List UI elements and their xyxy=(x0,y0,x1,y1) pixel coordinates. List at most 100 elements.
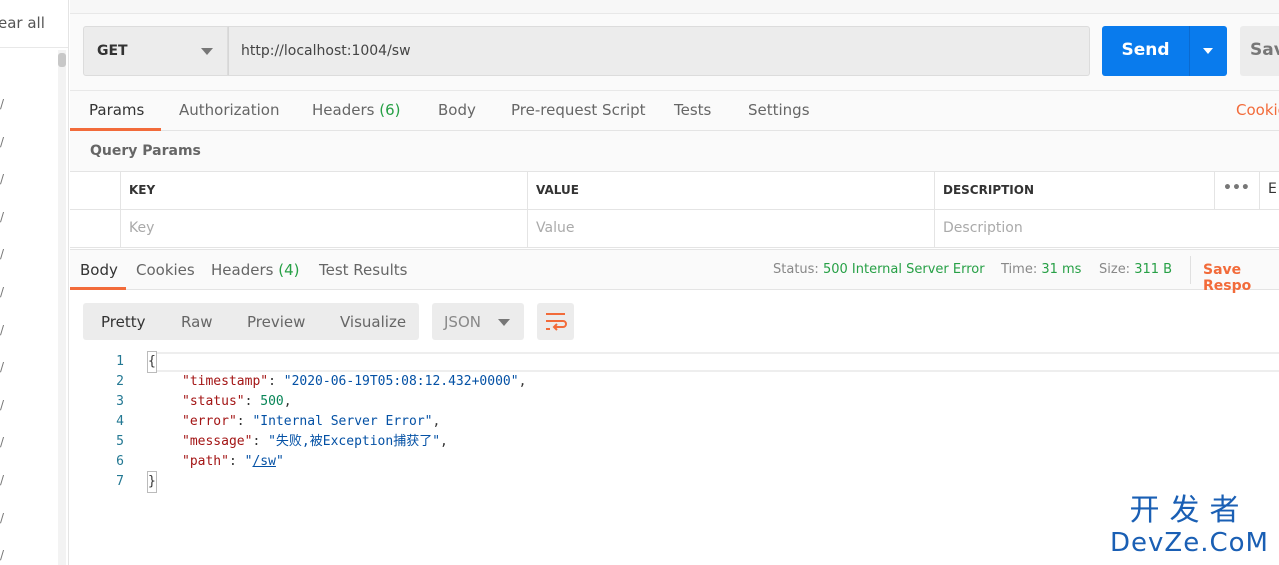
json-key: "message" xyxy=(182,434,253,449)
tab-params[interactable]: Params xyxy=(89,101,144,119)
json-key: "path" xyxy=(182,454,229,469)
status-info: Status: 500 Internal Server Error xyxy=(773,262,985,277)
tab-strip xyxy=(70,0,1279,14)
description-input[interactable]: Description xyxy=(934,210,1279,248)
watermark-cn: 开发者 xyxy=(1129,493,1250,528)
save-button[interactable]: Sav xyxy=(1240,26,1279,76)
response-tab-body[interactable]: Body xyxy=(80,261,118,279)
tab-body[interactable]: Body xyxy=(438,101,476,119)
key-input[interactable]: Key xyxy=(120,210,527,248)
line-number: 4 xyxy=(116,414,124,429)
divider xyxy=(0,47,68,48)
history-item[interactable]: / xyxy=(0,247,4,261)
view-raw[interactable]: Raw xyxy=(181,313,213,331)
request-tabs: Params Authorization Headers (6) Body Pr… xyxy=(70,90,1279,131)
tab-settings[interactable]: Settings xyxy=(748,101,810,119)
path-link[interactable]: /sw xyxy=(252,454,275,469)
value-input[interactable]: Value xyxy=(527,210,934,248)
json-value: "Internal Server Error" xyxy=(252,414,433,429)
view-pretty[interactable]: Pretty xyxy=(101,313,146,331)
send-label: Send xyxy=(1121,40,1170,60)
history-item[interactable]: / xyxy=(0,473,4,487)
size-label: Size: xyxy=(1099,262,1131,277)
tab-tests[interactable]: Tests xyxy=(674,101,711,119)
format-value: JSON xyxy=(444,313,481,331)
clear-all-link[interactable]: ear all xyxy=(0,14,45,32)
format-select[interactable]: JSON xyxy=(432,303,524,340)
headers-count: (4) xyxy=(278,261,300,279)
active-tab-indicator xyxy=(70,287,126,290)
request-panel: GET http://localhost:1004/sw Send Sav Pa… xyxy=(70,0,1279,565)
history-item[interactable]: / xyxy=(0,398,4,412)
response-tab-test-results[interactable]: Test Results xyxy=(319,261,407,279)
history-item[interactable]: / xyxy=(0,511,4,525)
send-options-button[interactable] xyxy=(1189,26,1227,76)
table-header: KEY VALUE DESCRIPTION ••• E xyxy=(70,172,1279,210)
history-item[interactable]: / xyxy=(0,435,4,449)
headers-count: (6) xyxy=(379,101,401,119)
history-sidebar: ear all / / / / / / / / / / / / / xyxy=(0,0,69,565)
status-label: Status: xyxy=(773,262,819,277)
line-number: 1 xyxy=(116,354,124,369)
line-number: 3 xyxy=(116,394,124,409)
tab-authorization[interactable]: Authorization xyxy=(179,101,279,119)
history-item[interactable]: / xyxy=(0,548,4,562)
tab-pre-request-script[interactable]: Pre-request Script xyxy=(511,101,646,119)
wrap-lines-icon xyxy=(546,313,567,331)
tab-headers[interactable]: Headers (6) xyxy=(312,101,400,119)
cookies-link[interactable]: Cookie xyxy=(1236,101,1279,119)
response-tabs: Body Cookies Headers (4) Test Results St… xyxy=(70,249,1279,294)
history-item[interactable]: / xyxy=(0,285,4,299)
line-number: 5 xyxy=(116,434,124,449)
line-number: 6 xyxy=(116,454,124,469)
tab-label: Headers xyxy=(211,261,274,279)
method-value: GET xyxy=(97,43,128,59)
response-tab-headers[interactable]: Headers (4) xyxy=(211,261,299,279)
json-key: "error" xyxy=(182,414,237,429)
open-brace: { xyxy=(147,351,157,373)
json-value: 500 xyxy=(260,394,284,409)
close-brace: } xyxy=(147,471,157,493)
json-key: "status" xyxy=(182,394,245,409)
history-item[interactable]: / xyxy=(0,97,4,111)
history-item[interactable]: / xyxy=(0,210,4,224)
time-label: Time: xyxy=(1001,262,1038,277)
method-select[interactable]: GET xyxy=(83,26,228,76)
params-table: KEY VALUE DESCRIPTION ••• E Key Value De… xyxy=(70,172,1279,249)
chevron-down-icon xyxy=(498,319,510,326)
watermark-logo: 开发者 DevZe.CoM xyxy=(1110,485,1269,557)
view-visualize[interactable]: Visualize xyxy=(340,313,406,331)
json-value: "失败,被Exception捕获了" xyxy=(268,434,441,449)
time-info: Time: 31 ms xyxy=(1001,262,1081,277)
more-options-button[interactable]: ••• xyxy=(1214,172,1259,210)
url-input[interactable]: http://localhost:1004/sw xyxy=(228,26,1090,76)
status-value: 500 Internal Server Error xyxy=(822,262,985,277)
response-tab-cookies[interactable]: Cookies xyxy=(136,261,195,279)
send-button[interactable]: Send xyxy=(1102,26,1227,76)
json-value: "2020-06-19T05:08:12.432+0000" xyxy=(283,374,519,389)
history-item[interactable]: / xyxy=(0,135,4,149)
watermark-en: DevZe.CoM xyxy=(1110,528,1269,558)
save-response-button[interactable]: Save Respo xyxy=(1203,262,1279,294)
table-row: Key Value Description xyxy=(70,210,1279,248)
size-info: Size: 311 B xyxy=(1099,262,1172,277)
view-mode-group: Pretty Raw Preview Visualize xyxy=(83,303,419,340)
column-value: VALUE xyxy=(527,172,934,210)
history-item[interactable]: / xyxy=(0,172,4,186)
sidebar-scrollbar[interactable] xyxy=(58,50,66,565)
json-key: "timestamp" xyxy=(182,374,269,389)
size-value: 311 B xyxy=(1134,262,1173,277)
wrap-lines-button[interactable] xyxy=(537,303,574,340)
column-key: KEY xyxy=(120,172,527,210)
history-item[interactable]: / xyxy=(0,360,4,374)
divider xyxy=(1190,256,1191,284)
bulk-edit-link[interactable]: E xyxy=(1259,172,1279,210)
tab-label: Headers xyxy=(312,101,375,119)
line-number: 2 xyxy=(116,374,124,389)
view-preview[interactable]: Preview xyxy=(247,313,305,331)
time-value: 31 ms xyxy=(1041,262,1082,277)
request-bar: GET http://localhost:1004/sw Send Sav xyxy=(70,14,1279,90)
column-description: DESCRIPTION xyxy=(934,172,1214,210)
scrollbar-thumb[interactable] xyxy=(58,53,66,67)
history-item[interactable]: / xyxy=(0,323,4,337)
